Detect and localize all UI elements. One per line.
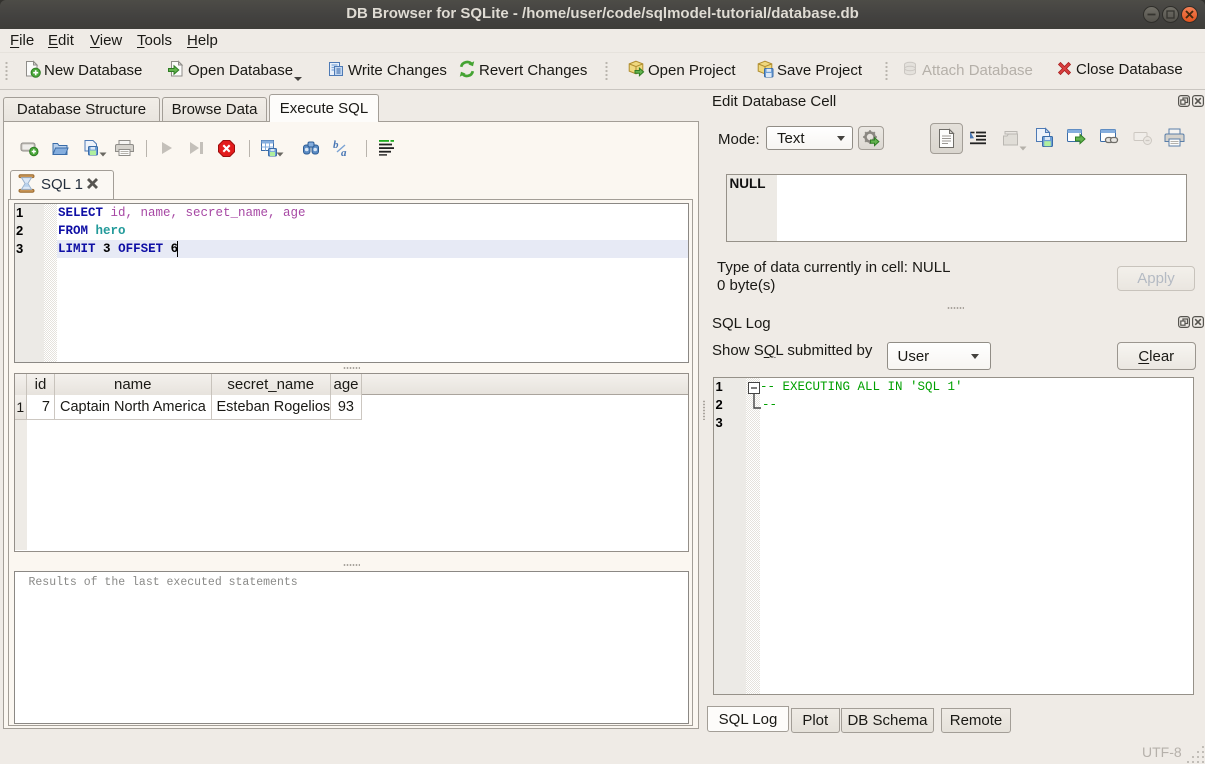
svg-text:a: a bbox=[341, 147, 347, 158]
svg-text:b: b bbox=[333, 139, 339, 151]
